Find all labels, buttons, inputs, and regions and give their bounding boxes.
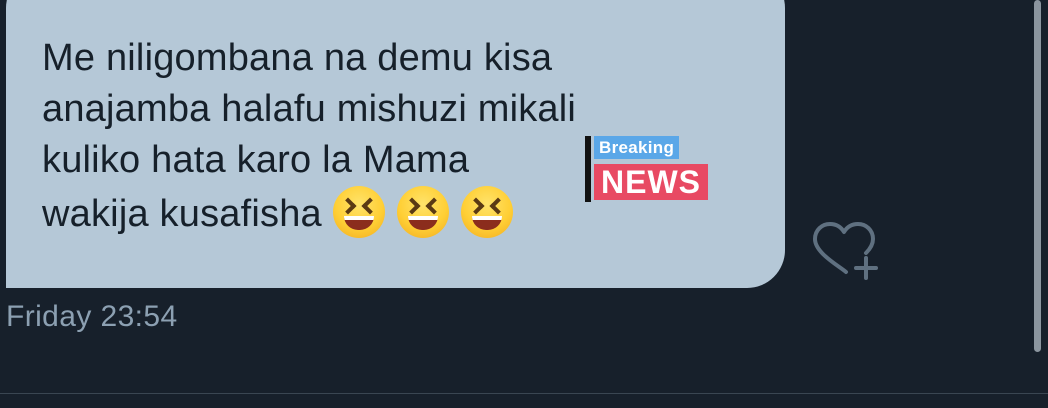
scrollbar[interactable] — [1034, 0, 1041, 352]
grinning-squinting-face-emoji — [396, 186, 449, 238]
breaking-news-sticker: Breaking NEWS — [585, 134, 723, 202]
message-timestamp: Friday 23:54 — [6, 300, 178, 333]
message-line-2: anajamba halafu mishuzi mikali — [42, 88, 577, 130]
message-line-3: kuliko hata karo la Mama — [42, 139, 470, 181]
grinning-squinting-face-emoji — [332, 186, 385, 238]
react-button[interactable] — [808, 222, 880, 282]
message-line-4: wakija kusafisha — [42, 193, 322, 235]
sticker-breaking-label: Breaking — [594, 136, 680, 159]
heart-plus-icon — [813, 222, 878, 280]
sticker-news-label: NEWS — [594, 164, 708, 200]
message-line-1: Me niligombana na demu kisa — [42, 37, 553, 79]
grinning-squinting-face-emoji — [460, 186, 513, 238]
divider — [0, 393, 1048, 394]
sticker-bar — [585, 136, 591, 202]
